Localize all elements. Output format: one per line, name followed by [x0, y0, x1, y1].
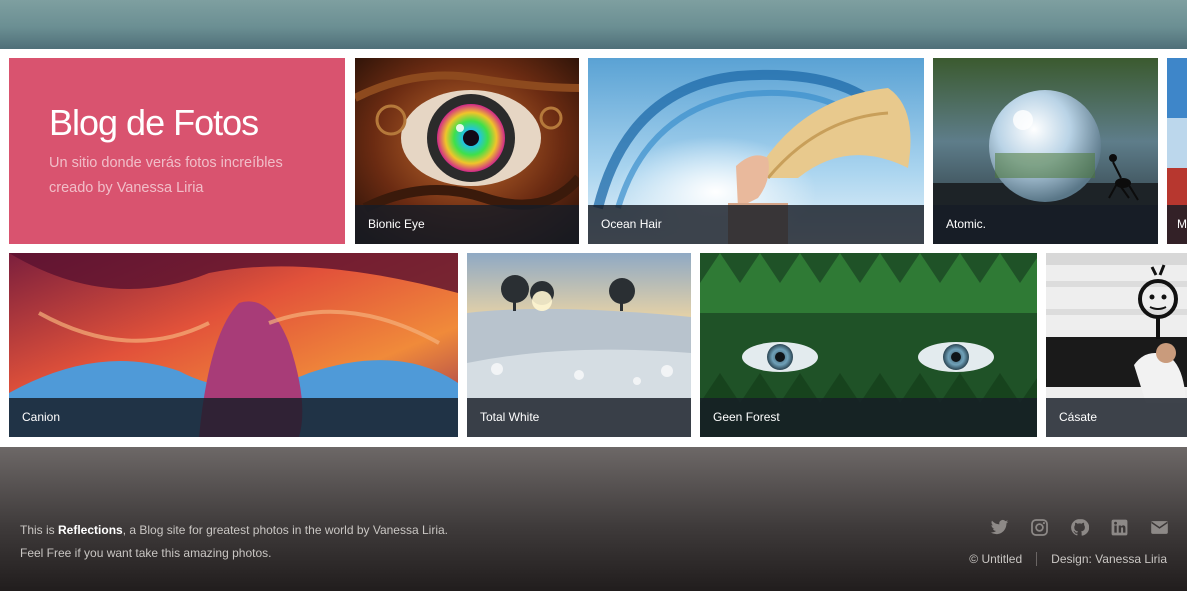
footer-text-prefix: This is	[20, 523, 59, 537]
tile-caption: Ocean Hair	[588, 205, 924, 244]
copyright-text: © Untitled	[969, 552, 1023, 566]
footer-line-2: Feel Free if you want take this amazing …	[20, 546, 272, 560]
instagram-icon[interactable]	[1030, 518, 1049, 537]
photo-tile-atomic[interactable]: Atomic.	[933, 58, 1158, 244]
github-icon[interactable]	[1070, 518, 1089, 537]
credits-divider	[1036, 552, 1038, 566]
photo-tile-partial[interactable]: M	[1167, 58, 1187, 244]
footer-brand: Reflections	[58, 523, 123, 537]
photo-tile-casate[interactable]: Cásate	[1046, 253, 1187, 437]
footer-line-1: This is Reflections, a Blog site for gre…	[20, 519, 448, 542]
header-banner	[0, 0, 1187, 49]
tile-caption: Geen Forest	[700, 398, 1037, 437]
linkedin-icon[interactable]	[1110, 518, 1129, 537]
tile-caption: M	[1167, 205, 1187, 244]
footer-credits: © Untitled Design: Vanessa Liria	[969, 552, 1167, 566]
photo-tile-bionic-eye[interactable]: Bionic Eye	[355, 58, 579, 244]
photo-tile-canion[interactable]: Canion	[9, 253, 458, 437]
tile-caption: Canion	[9, 398, 458, 437]
site-footer: This is Reflections, a Blog site for gre…	[0, 447, 1187, 591]
footer-text-suffix: , a Blog site for greatest photos in the…	[122, 523, 448, 537]
site-title: Blog de Fotos	[49, 102, 259, 143]
envelope-icon[interactable]	[1150, 518, 1169, 537]
tile-caption: Total White	[467, 398, 691, 437]
design-credit: Design: Vanessa Liria	[1051, 552, 1167, 566]
photo-tile-ocean-hair[interactable]: Ocean Hair	[588, 58, 924, 244]
photo-tile-geen-forest[interactable]: Geen Forest	[700, 253, 1037, 437]
intro-panel: Blog de Fotos Un sitio donde verás fotos…	[9, 58, 345, 244]
tile-caption: Atomic.	[933, 205, 1158, 244]
footer-description: This is Reflections, a Blog site for gre…	[20, 519, 448, 565]
photo-gallery: Blog de Fotos Un sitio donde verás fotos…	[0, 49, 1187, 447]
social-links	[990, 518, 1169, 537]
site-subtitle: Un sitio donde verás fotos increíbles cr…	[49, 151, 329, 201]
subtitle-line-2: creado by Vanessa Liria	[49, 180, 204, 196]
photo-tile-total-white[interactable]: Total White	[467, 253, 691, 437]
twitter-icon[interactable]	[990, 518, 1009, 537]
subtitle-line-1: Un sitio donde verás fotos increíbles	[49, 155, 283, 171]
tile-caption: Cásate	[1046, 398, 1187, 437]
tile-caption: Bionic Eye	[355, 205, 579, 244]
